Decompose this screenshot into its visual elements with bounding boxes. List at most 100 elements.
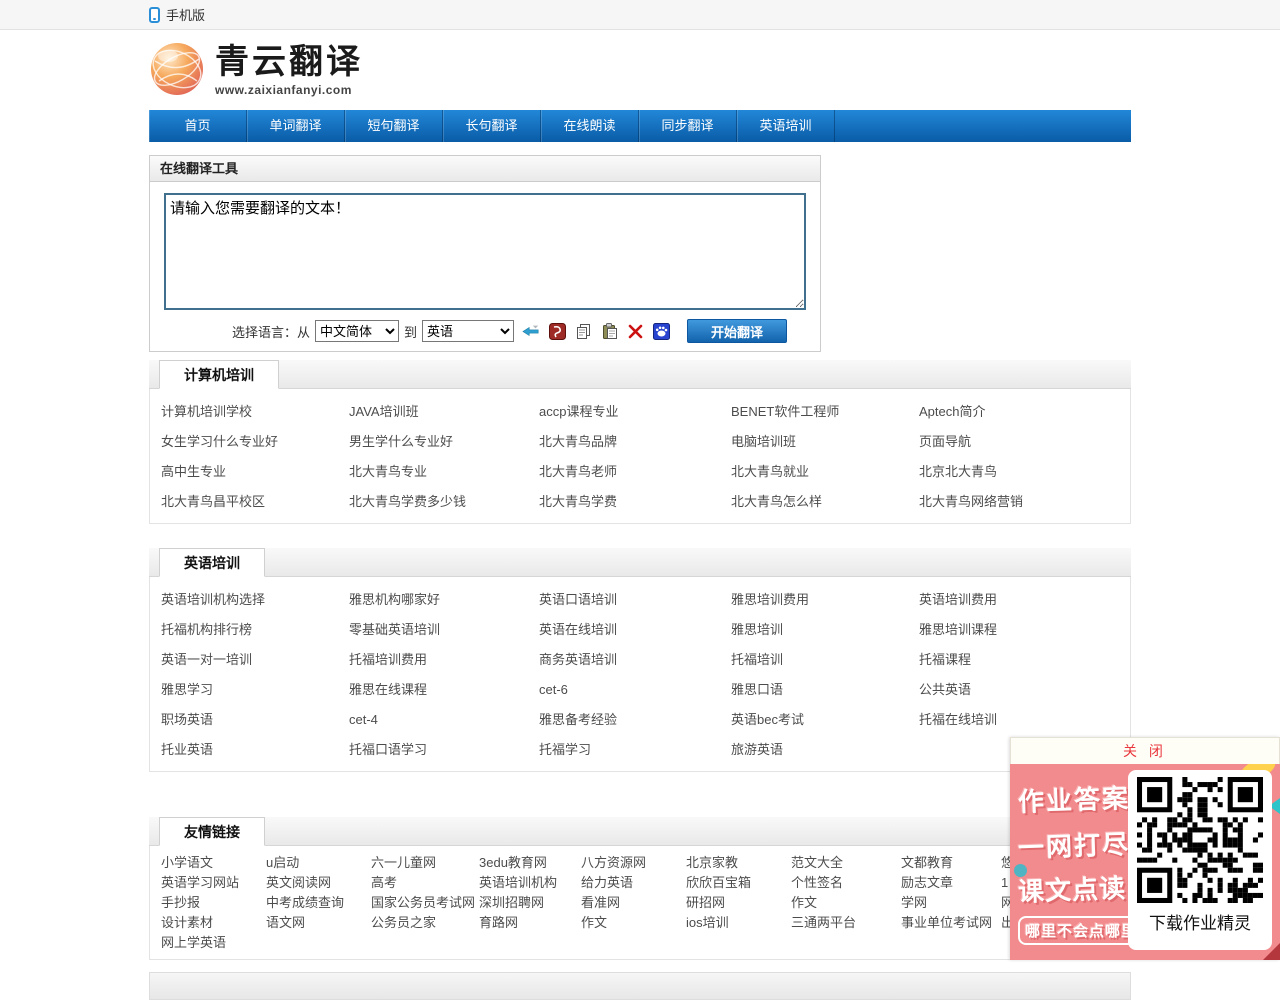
section-link[interactable]: 北大青鸟老师 (539, 457, 731, 487)
popup-close-button[interactable]: 关 闭 (1010, 737, 1280, 764)
tab-english-training[interactable]: 英语培训 (159, 548, 265, 577)
section-link[interactable]: 学网 (901, 893, 1001, 913)
section-link[interactable]: 英语培训机构选择 (161, 585, 349, 615)
section-link[interactable]: 国家公务员考试网 (371, 893, 479, 913)
section-link[interactable]: 研招网 (686, 893, 791, 913)
paste-icon[interactable] (600, 322, 618, 340)
site-logo-globe-icon[interactable] (149, 41, 205, 102)
section-link[interactable]: 语文网 (266, 913, 371, 933)
section-link[interactable]: 励志文章 (901, 873, 1001, 893)
section-link[interactable]: 北大青鸟网络营销 (919, 487, 1130, 517)
section-link[interactable]: cet-6 (539, 675, 731, 705)
section-link[interactable]: 作文 (581, 913, 686, 933)
nav-tab[interactable]: 在线朗读 (541, 110, 639, 142)
section-link[interactable]: 旅游英语 (731, 735, 919, 765)
nav-tab[interactable]: 短句翻译 (345, 110, 443, 142)
section-link[interactable]: 托福口语学习 (349, 735, 539, 765)
section-link[interactable]: 北大青鸟品牌 (539, 427, 731, 457)
section-link[interactable]: 育路网 (479, 913, 581, 933)
section-link[interactable]: 北大青鸟学费 (539, 487, 731, 517)
section-link[interactable]: 英语学习网站 (161, 873, 266, 893)
section-link[interactable]: 英语bec考试 (731, 705, 919, 735)
clear-x-icon[interactable] (626, 322, 644, 340)
to-language-select[interactable]: 英语 (422, 320, 514, 342)
section-link[interactable]: 设计素材 (161, 913, 266, 933)
section-link[interactable]: 八方资源网 (581, 853, 686, 873)
section-link[interactable]: 女生学习什么专业好 (161, 427, 349, 457)
section-link[interactable]: 高考 (371, 873, 479, 893)
section-link[interactable]: 文都教育 (901, 853, 1001, 873)
section-link[interactable]: 雅思备考经验 (539, 705, 731, 735)
section-link[interactable]: 男生学什么专业好 (349, 427, 539, 457)
mobile-version-link[interactable]: 手机版 (166, 5, 205, 24)
section-link[interactable]: 看准网 (581, 893, 686, 913)
section-link[interactable]: 北大青鸟学费多少钱 (349, 487, 539, 517)
section-link[interactable]: 小学语文 (161, 853, 266, 873)
section-link[interactable]: cet-4 (349, 705, 539, 735)
section-link[interactable]: 托福培训 (731, 645, 919, 675)
section-link[interactable]: 三通两平台 (791, 913, 901, 933)
section-link[interactable]: 雅思在线课程 (349, 675, 539, 705)
section-link[interactable]: 高中生专业 (161, 457, 349, 487)
section-link[interactable]: 雅思培训 (731, 615, 919, 645)
section-link[interactable]: 英语培训机构 (479, 873, 581, 893)
section-link[interactable]: 范文大全 (791, 853, 901, 873)
section-link[interactable]: BENET软件工程师 (731, 397, 919, 427)
section-link[interactable]: 深圳招聘网 (479, 893, 581, 913)
section-link[interactable]: accp课程专业 (539, 397, 731, 427)
section-link[interactable]: 托福在线培训 (919, 705, 1130, 735)
translation-input[interactable]: 请输入您需要翻译的文本！ (164, 193, 806, 310)
section-link[interactable]: 北京北大青鸟 (919, 457, 1130, 487)
section-link[interactable]: 雅思培训课程 (919, 615, 1130, 645)
swap-arrows-icon[interactable] (522, 322, 540, 340)
copy-icon[interactable] (574, 322, 592, 340)
section-link[interactable]: 3edu教育网 (479, 853, 581, 873)
qr-card[interactable]: 下载作业精灵 (1128, 770, 1272, 950)
section-link[interactable]: 英文阅读网 (266, 873, 371, 893)
section-link[interactable]: 手抄报 (161, 893, 266, 913)
translate-badge-icon[interactable] (548, 322, 566, 340)
section-link[interactable]: 英语口语培训 (539, 585, 731, 615)
section-link[interactable]: 雅思机构哪家好 (349, 585, 539, 615)
section-link[interactable]: 作文 (791, 893, 901, 913)
section-link[interactable]: 给力英语 (581, 873, 686, 893)
section-link[interactable]: 公务员之家 (371, 913, 479, 933)
section-link[interactable]: 托福机构排行榜 (161, 615, 349, 645)
section-link[interactable]: 英语培训费用 (919, 585, 1130, 615)
section-link[interactable]: 托福课程 (919, 645, 1130, 675)
tab-computer-training[interactable]: 计算机培训 (159, 360, 279, 389)
section-link[interactable]: 计算机培训学校 (161, 397, 349, 427)
tab-friend-links[interactable]: 友情链接 (159, 817, 265, 846)
section-link[interactable]: 网上学英语 (161, 933, 266, 953)
section-link[interactable]: 北京家教 (686, 853, 791, 873)
section-link[interactable]: 托福学习 (539, 735, 731, 765)
from-language-select[interactable]: 中文简体 (315, 320, 399, 342)
section-link[interactable]: Aptech简介 (919, 397, 1130, 427)
section-link[interactable]: 零基础英语培训 (349, 615, 539, 645)
section-link[interactable]: 北大青鸟昌平校区 (161, 487, 349, 517)
baidu-paw-icon[interactable] (652, 322, 670, 340)
section-link[interactable]: 商务英语培训 (539, 645, 731, 675)
section-link[interactable]: JAVA培训班 (349, 397, 539, 427)
section-link[interactable]: 托福培训费用 (349, 645, 539, 675)
section-link[interactable]: 托业英语 (161, 735, 349, 765)
section-link[interactable]: 六一儿童网 (371, 853, 479, 873)
nav-tab[interactable]: 单词翻译 (247, 110, 345, 142)
nav-tab[interactable]: 英语培训 (737, 110, 835, 142)
section-link[interactable]: ios培训 (686, 913, 791, 933)
section-link[interactable]: u启动 (266, 853, 371, 873)
section-link[interactable]: 公共英语 (919, 675, 1130, 705)
nav-tab[interactable]: 首页 (149, 110, 247, 142)
section-link[interactable]: 英语一对一培训 (161, 645, 349, 675)
start-translate-button[interactable]: 开始翻译 (687, 319, 787, 343)
section-link[interactable]: 雅思口语 (731, 675, 919, 705)
section-link[interactable]: 北大青鸟怎么样 (731, 487, 919, 517)
section-link[interactable]: 电脑培训班 (731, 427, 919, 457)
nav-tab[interactable]: 长句翻译 (443, 110, 541, 142)
section-link[interactable]: 职场英语 (161, 705, 349, 735)
section-link[interactable]: 个性签名 (791, 873, 901, 893)
section-link[interactable]: 雅思培训费用 (731, 585, 919, 615)
section-link[interactable]: 页面导航 (919, 427, 1130, 457)
section-link[interactable]: 英语在线培训 (539, 615, 731, 645)
section-link[interactable]: 欣欣百宝箱 (686, 873, 791, 893)
